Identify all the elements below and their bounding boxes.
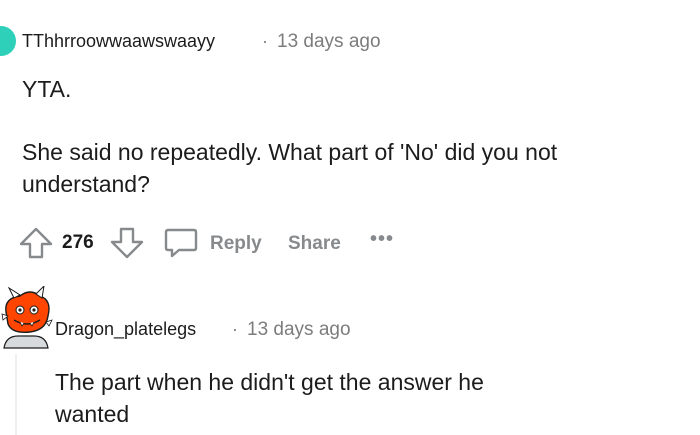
meta-separator: · bbox=[232, 319, 238, 339]
downvote-icon[interactable] bbox=[109, 226, 145, 260]
reply-button[interactable]: Reply bbox=[210, 233, 262, 255]
comment-text: YTA. bbox=[22, 76, 72, 102]
snoo-avatar-icon[interactable] bbox=[0, 284, 54, 361]
vote-score: 276 bbox=[62, 232, 94, 253]
comment-timestamp[interactable]: 13 days ago bbox=[247, 319, 351, 341]
share-button[interactable]: Share bbox=[288, 233, 341, 255]
comment-author[interactable]: Dragon_platelegs bbox=[55, 319, 196, 340]
thread-line[interactable] bbox=[15, 354, 17, 435]
comment-text: She said no repeatedly. What part of 'No… bbox=[22, 139, 558, 165]
upvote-icon[interactable] bbox=[18, 226, 54, 260]
comment-icon[interactable] bbox=[163, 226, 199, 260]
comment-timestamp[interactable]: 13 days ago bbox=[277, 31, 381, 53]
more-options-button[interactable]: ••• bbox=[370, 228, 394, 251]
comment-author[interactable]: TThhrroowwaawswaayy bbox=[22, 31, 215, 52]
avatar[interactable] bbox=[0, 26, 16, 56]
comment-text: understand? bbox=[22, 171, 150, 197]
comment-text: wanted bbox=[55, 401, 130, 427]
meta-separator: · bbox=[262, 31, 268, 51]
comment-text: The part when he didn't get the answer h… bbox=[55, 369, 484, 395]
